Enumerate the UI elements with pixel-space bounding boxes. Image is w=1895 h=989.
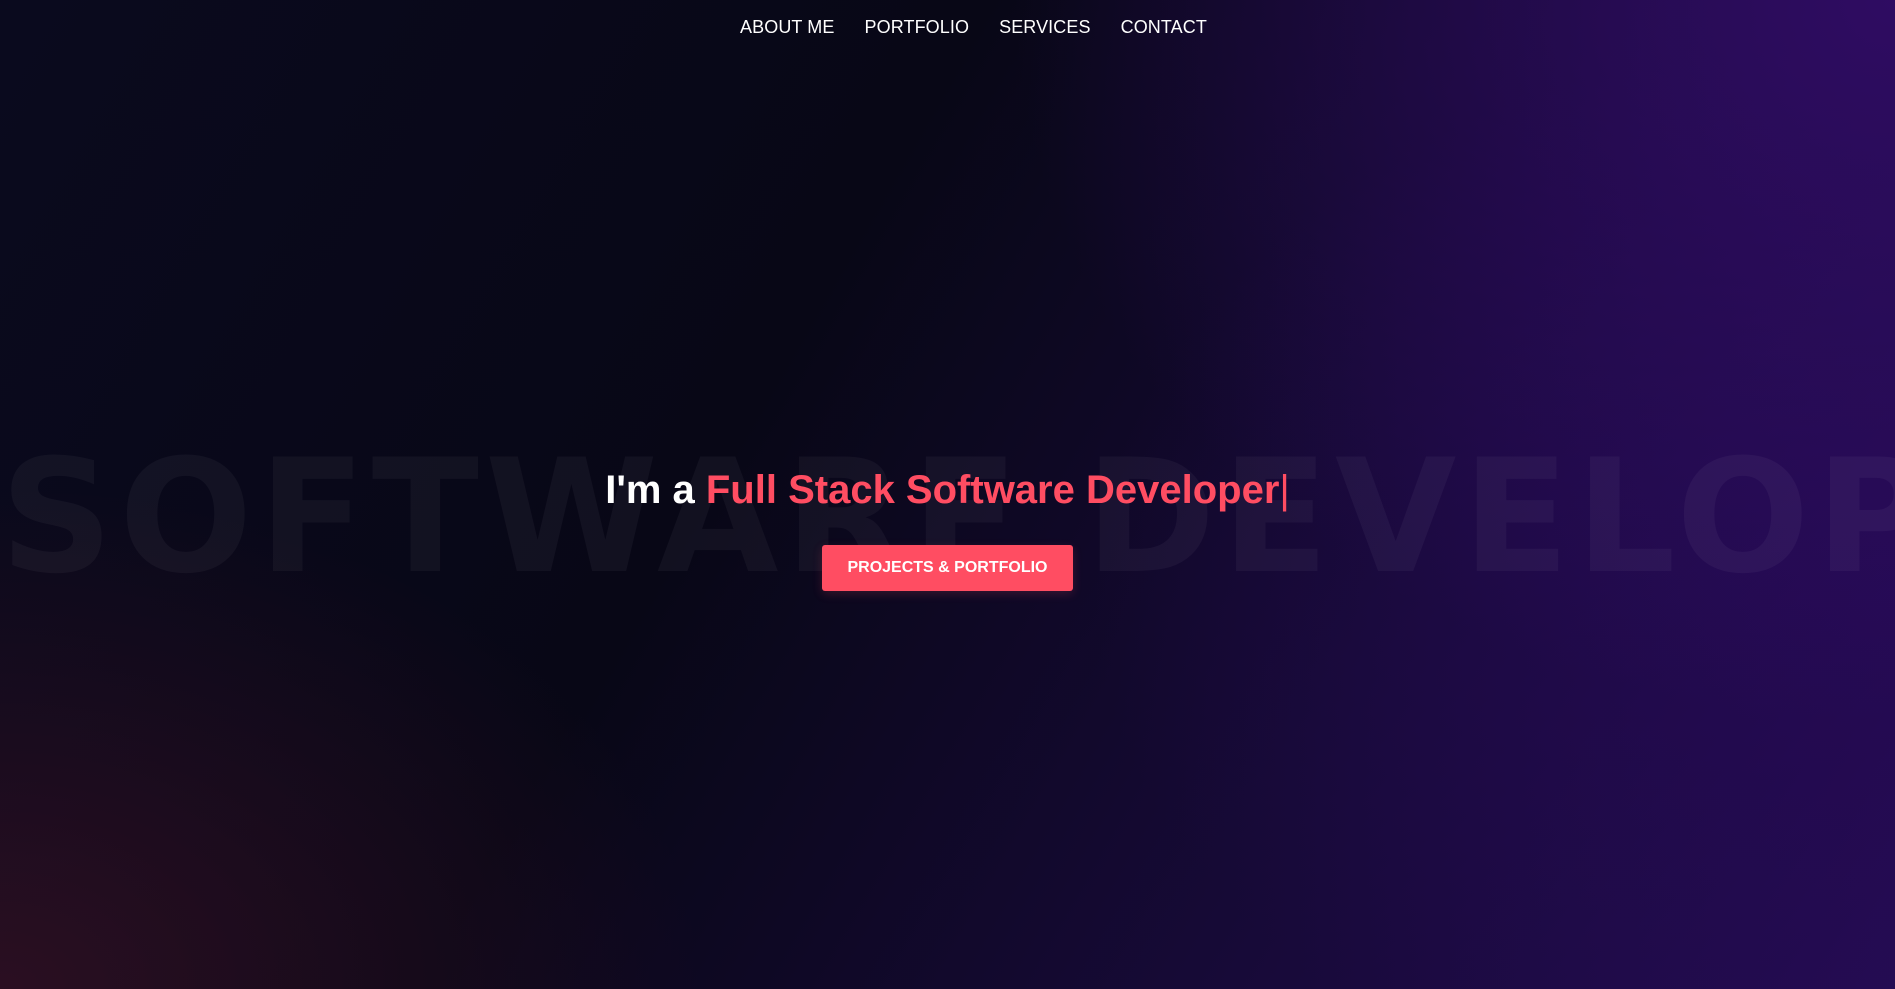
- projects-portfolio-button[interactable]: PROJECTS & PORTFOLIO: [822, 545, 1073, 591]
- nav-portfolio[interactable]: PORTFOLIO: [865, 17, 970, 38]
- hero-headline: I'm a Full Stack Software Developer|: [0, 465, 1895, 515]
- headline-prefix: I'm a: [605, 468, 706, 512]
- nav-contact[interactable]: CONTACT: [1121, 17, 1207, 38]
- headline-role: Full Stack Software Developer: [705, 468, 1280, 512]
- typing-cursor: |: [1279, 468, 1290, 512]
- cta-container: PROJECTS & PORTFOLIO: [0, 545, 1895, 591]
- nav-about-me[interactable]: ABOUT ME: [740, 17, 834, 38]
- main-nav: ABOUT ME PORTFOLIO SERVICES CONTACT: [0, 0, 1895, 54]
- hero-section: ABOUT ME PORTFOLIO SERVICES CONTACT SOFT…: [0, 0, 1895, 989]
- nav-services[interactable]: SERVICES: [999, 17, 1091, 38]
